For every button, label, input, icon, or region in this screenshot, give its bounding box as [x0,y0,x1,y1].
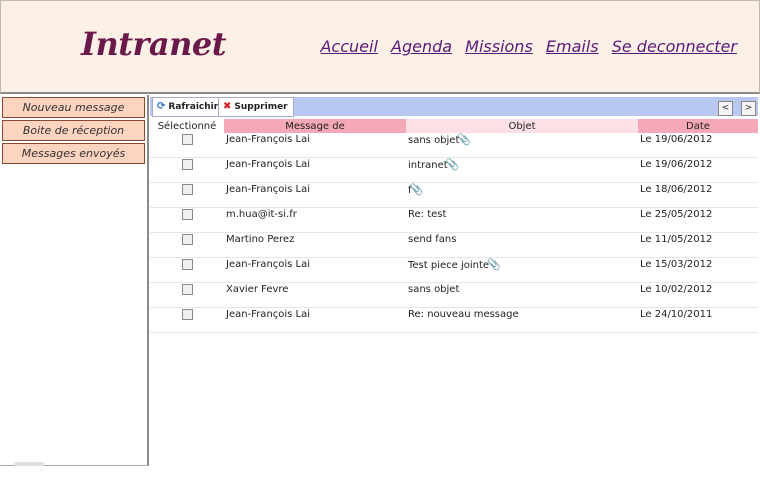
refresh-icon: ⟳ [157,101,166,112]
nav-link-emails[interactable]: Emails [546,37,599,56]
app-header: Intranet Accueil Agenda Missions Emails … [0,0,760,94]
row-date: Le 19/06/2012 [640,133,713,145]
row-checkbox[interactable] [181,234,193,245]
paperclip-icon: 📎 [409,182,424,196]
row-sender: Jean-François Lai [226,158,311,170]
row-date: Le 15/03/2012 [640,258,713,270]
nav-link-agenda[interactable]: Agenda [391,37,452,56]
row-checkbox[interactable] [181,184,193,195]
delete-button[interactable]: ✖ Supprimer [218,97,294,117]
paperclip-icon: 📎 [457,132,472,146]
column-header-subject[interactable]: Objet [406,119,638,133]
nav-link-missions[interactable]: Missions [465,37,533,56]
row-checkbox[interactable] [181,209,193,220]
refresh-label: Rafraichir [168,102,219,112]
sidebar: Nouveau message Boite de réception Messa… [0,95,149,466]
row-sender: Jean-François Lai [226,133,311,145]
nav-link-logout[interactable]: Se deconnecter [612,37,737,56]
nav-link-accueil[interactable]: Accueil [320,37,377,56]
row-date: Le 11/05/2012 [640,233,713,245]
table-row[interactable]: Jean-François Lai sans objet📎 Le 19/06/2… [150,133,758,158]
row-date: Le 18/06/2012 [640,183,713,195]
row-sender: Martino Perez [226,233,295,245]
row-checkbox[interactable] [181,134,193,145]
table-row[interactable]: Jean-François Lai Test piece jointe📎 Le … [150,257,758,283]
row-sender: m.hua@it-si.fr [226,208,297,220]
row-date: Le 24/10/2011 [640,308,713,320]
row-sender: Jean-François Lai [226,258,311,270]
table-row[interactable]: Jean-François Lai f📎 Le 18/06/2012 [150,182,758,208]
row-checkbox[interactable] [181,259,193,270]
column-header-from[interactable]: Message de [224,119,406,133]
sent-messages-button[interactable]: Messages envoyés [2,143,145,164]
row-subject: Test piece jointe [408,259,490,271]
scrollbar-thumb[interactable] [14,462,44,466]
row-subject: Re: test [408,208,447,220]
row-subject: Re: nouveau message [408,308,519,320]
mail-panel: ⟳ Rafraichir ✖ Supprimer < > Sélectionné M… [150,95,760,465]
new-message-button[interactable]: Nouveau message [2,97,145,118]
column-header-selected: Sélectionné [150,119,224,133]
delete-label: Supprimer [234,102,288,112]
inbox-button[interactable]: Boite de réception [2,120,145,141]
table-row[interactable]: m.hua@it-si.fr Re: test Le 25/05/2012 [150,207,758,233]
app-logo[interactable]: Intranet [81,25,227,63]
table-row[interactable]: Martino Perez send fans Le 11/05/2012 [150,232,758,258]
row-checkbox[interactable] [181,159,193,170]
row-date: Le 19/06/2012 [640,158,713,170]
paperclip-icon: 📎 [487,257,501,271]
prev-page-button[interactable]: < [718,101,733,116]
next-page-button[interactable]: > [741,101,756,116]
row-date: Le 10/02/2012 [640,283,713,295]
table-row[interactable]: Jean-François Lai intranet📎 Le 19/06/201… [150,157,758,183]
row-subject: sans objet [408,283,460,295]
row-date: Le 25/05/2012 [640,208,713,220]
row-checkbox[interactable] [181,284,193,295]
row-sender: Xavier Fevre [226,283,289,295]
mail-toolbar: ⟳ Rafraichir ✖ Supprimer < > [150,97,758,117]
column-header-date[interactable]: Date [638,119,758,133]
row-subject: intranet [408,159,448,171]
refresh-button[interactable]: ⟳ Rafraichir [152,97,225,117]
row-subject: sans objet [408,134,460,146]
delete-icon: ✖ [223,101,232,112]
message-list: Jean-François Lai sans objet📎 Le 19/06/2… [150,133,758,333]
table-row[interactable]: Jean-François Lai Re: nouveau message Le… [150,307,758,333]
top-nav: Accueil Agenda Missions Emails Se deconn… [312,37,737,56]
message-table: Sélectionné Message de Objet Date Jean-F… [150,119,758,333]
row-sender: Jean-François Lai [226,183,311,195]
table-row[interactable]: Xavier Fevre sans objet Le 10/02/2012 [150,282,758,308]
paperclip-icon: 📎 [445,157,460,171]
row-checkbox[interactable] [181,309,193,320]
row-subject: send fans [408,233,457,245]
row-sender: Jean-François Lai [226,308,311,320]
